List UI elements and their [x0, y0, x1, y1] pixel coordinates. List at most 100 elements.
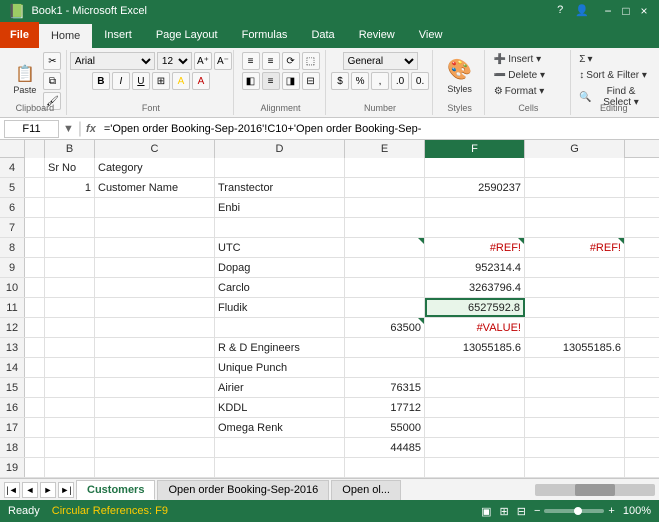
tab-insert[interactable]: Insert — [92, 22, 144, 48]
cell-g10[interactable] — [525, 278, 625, 297]
cell-f15[interactable] — [425, 378, 525, 397]
wrap-text-button[interactable]: ⬚ — [302, 52, 320, 70]
cell-e8[interactable] — [345, 238, 425, 257]
cell-g8[interactable]: #REF! — [525, 238, 625, 257]
cell-c14[interactable] — [95, 358, 215, 377]
view-normal-icon[interactable]: ▣ — [481, 505, 491, 518]
cell-d15[interactable]: Airier — [215, 378, 345, 397]
cell-a19[interactable] — [25, 458, 45, 477]
cell-e7[interactable] — [345, 218, 425, 237]
cell-g5[interactable] — [525, 178, 625, 197]
cell-e11[interactable] — [345, 298, 425, 317]
italic-button[interactable]: I — [112, 72, 130, 90]
sheet-nav-last[interactable]: ►| — [58, 482, 74, 498]
fill-color-button[interactable]: A — [172, 72, 190, 90]
cell-d12[interactable] — [215, 318, 345, 337]
cell-a5[interactable] — [25, 178, 45, 197]
comma-button[interactable]: , — [371, 72, 389, 90]
zoom-thumb[interactable] — [574, 507, 582, 515]
cut-button[interactable]: ✂ — [43, 52, 61, 70]
help-icon[interactable]: ? — [557, 4, 563, 18]
close-button[interactable]: × — [637, 4, 651, 18]
view-pagebreak-icon[interactable]: ⊟ — [517, 505, 526, 518]
align-right-button[interactable]: ◨ — [282, 72, 300, 90]
sheet-nav-prev[interactable]: ◄ — [22, 482, 38, 498]
cell-f16[interactable] — [425, 398, 525, 417]
formula-dropdown-icon[interactable]: ▼ — [63, 123, 74, 135]
cell-f14[interactable] — [425, 358, 525, 377]
cell-e13[interactable] — [345, 338, 425, 357]
cell-b10[interactable] — [45, 278, 95, 297]
cell-g7[interactable] — [525, 218, 625, 237]
align-top-right-button[interactable]: ⟳ — [282, 52, 300, 70]
cell-g19[interactable] — [525, 458, 625, 477]
format-cells-button[interactable]: ⚙ Format ▾ — [491, 84, 566, 99]
cell-e16[interactable]: 17712 — [345, 398, 425, 417]
cell-b4[interactable]: Sr No — [45, 158, 95, 177]
cell-e18[interactable]: 44485 — [345, 438, 425, 457]
cell-b13[interactable] — [45, 338, 95, 357]
tab-page-layout[interactable]: Page Layout — [144, 22, 230, 48]
cell-g16[interactable] — [525, 398, 625, 417]
cell-a15[interactable] — [25, 378, 45, 397]
cell-g17[interactable] — [525, 418, 625, 437]
cell-e9[interactable] — [345, 258, 425, 277]
cell-d14[interactable]: Unique Punch — [215, 358, 345, 377]
cell-g18[interactable] — [525, 438, 625, 457]
cell-c16[interactable] — [95, 398, 215, 417]
align-left-button[interactable]: ◧ — [242, 72, 260, 90]
cell-f17[interactable] — [425, 418, 525, 437]
cell-f6[interactable] — [425, 198, 525, 217]
cell-b8[interactable] — [45, 238, 95, 257]
cell-e6[interactable] — [345, 198, 425, 217]
cell-b12[interactable] — [45, 318, 95, 337]
cell-c7[interactable] — [95, 218, 215, 237]
formula-input[interactable] — [100, 123, 655, 135]
sheet-nav-first[interactable]: |◄ — [4, 482, 20, 498]
decrease-decimal-button[interactable]: 0. — [411, 72, 429, 90]
sheet-tab-open-ol[interactable]: Open ol... — [331, 480, 401, 500]
cell-a12[interactable] — [25, 318, 45, 337]
insert-cells-button[interactable]: ➕ Insert ▾ — [491, 52, 566, 67]
currency-button[interactable]: $ — [331, 72, 349, 90]
cell-c19[interactable] — [95, 458, 215, 477]
col-header-b[interactable]: B — [45, 140, 95, 158]
increase-font-button[interactable]: A⁺ — [194, 52, 212, 70]
file-tab[interactable]: File — [0, 22, 39, 48]
cell-a9[interactable] — [25, 258, 45, 277]
sheet-nav-next[interactable]: ► — [40, 482, 56, 498]
align-center-button[interactable]: ≡ — [262, 72, 280, 90]
zoom-in-button[interactable]: + — [608, 505, 614, 517]
paste-button[interactable]: 📋 Paste — [8, 64, 41, 98]
horizontal-scrollbar-thumb[interactable] — [575, 484, 615, 496]
cell-a17[interactable] — [25, 418, 45, 437]
cell-b7[interactable] — [45, 218, 95, 237]
cell-g6[interactable] — [525, 198, 625, 217]
bold-button[interactable]: B — [92, 72, 110, 90]
increase-decimal-button[interactable]: .0 — [391, 72, 409, 90]
cell-b19[interactable] — [45, 458, 95, 477]
cell-e10[interactable] — [345, 278, 425, 297]
cell-f11[interactable]: 6527592.8 — [425, 298, 525, 317]
tab-formulas[interactable]: Formulas — [230, 22, 300, 48]
cell-c4[interactable]: Category — [95, 158, 215, 177]
cell-d11[interactable]: Fludik — [215, 298, 345, 317]
cell-b6[interactable] — [45, 198, 95, 217]
cell-d8[interactable]: UTC — [215, 238, 345, 257]
merge-center-button[interactable]: ⊟ — [302, 72, 320, 90]
font-color-button[interactable]: A — [192, 72, 210, 90]
tab-view[interactable]: View — [407, 22, 455, 48]
tab-home[interactable]: Home — [39, 22, 92, 48]
cell-c18[interactable] — [95, 438, 215, 457]
cell-e12[interactable]: 63500 — [345, 318, 425, 337]
cell-c12[interactable] — [95, 318, 215, 337]
cell-b14[interactable] — [45, 358, 95, 377]
tab-review[interactable]: Review — [347, 22, 407, 48]
cell-g4[interactable] — [525, 158, 625, 177]
cell-d16[interactable]: KDDL — [215, 398, 345, 417]
cell-a6[interactable] — [25, 198, 45, 217]
cell-c6[interactable] — [95, 198, 215, 217]
cell-c10[interactable] — [95, 278, 215, 297]
col-header-e[interactable]: E — [345, 140, 425, 158]
cell-a14[interactable] — [25, 358, 45, 377]
